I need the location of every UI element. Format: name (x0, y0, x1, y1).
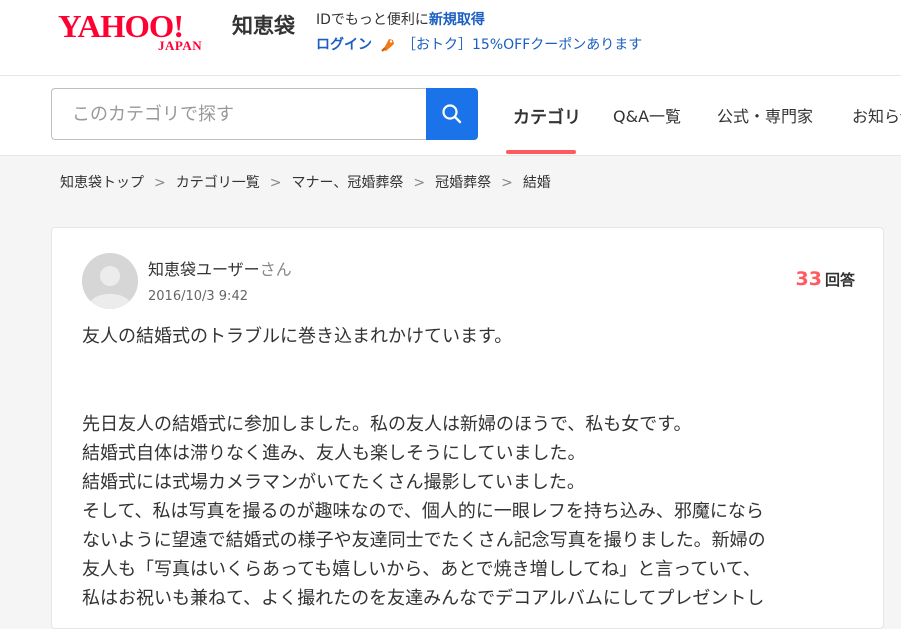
search-icon (442, 104, 462, 124)
question-author: 知恵袋ユーザーさん (148, 256, 292, 280)
yahoo-japan-logo[interactable]: YAHOO! JAPAN (58, 8, 228, 58)
active-tab-indicator (506, 150, 576, 154)
search-nav-bar: カテゴリ Q&A一覧 公式・専門家 お知らせ (0, 76, 901, 156)
coupon-tag-icon (381, 39, 394, 52)
service-name-chiebukuro[interactable]: 知恵袋 (232, 10, 295, 40)
breadcrumb-item-manners[interactable]: マナー、冠婚葬祭 (291, 175, 403, 191)
question-card: 知恵袋ユーザーさん 2016/10/3 9:42 33 回答 友人の結婚式のトラブ… (51, 227, 884, 629)
breadcrumb-separator: > (501, 175, 513, 191)
breadcrumb-separator: > (413, 175, 426, 191)
tab-news[interactable]: お知らせ (852, 103, 901, 127)
coupon-link[interactable]: ［おトク］15%OFFクーポンあります (402, 37, 642, 53)
post-date: 2016/10/3 9:42 (148, 289, 248, 304)
login-link[interactable]: ログイン (316, 37, 372, 53)
default-user-icon (82, 253, 138, 309)
breadcrumb-separator: > (154, 175, 166, 191)
breadcrumb-separator: > (269, 175, 282, 191)
breadcrumb-item-top[interactable]: 知恵袋トップ (60, 175, 144, 191)
body-line: 結婚式自体は滞りなく進み、友人も楽しそうにしていました。 (82, 443, 586, 464)
author-name: 知恵袋ユーザー (148, 260, 260, 279)
breadcrumb-item-ceremonies[interactable]: 冠婚葬祭 (435, 175, 491, 191)
login-row: ログイン ［おトク］15%OFFクーポンあります (316, 34, 642, 54)
breadcrumb: 知恵袋トップ > カテゴリ一覧 > マナー、冠婚葬祭 > 冠婚葬祭 > 結婚 (60, 172, 551, 192)
search-button[interactable] (426, 88, 478, 140)
body-line: 友人も「写真はいくらあっても嬉しいから、あとで焼き増ししてね」と言っていて、 (82, 559, 761, 580)
author-honorific: さん (259, 260, 292, 279)
answer-count-label: 回答 (824, 271, 855, 289)
body-line: 結婚式には式場カメラマンがいてたくさん撮影していました。 (82, 472, 585, 493)
answer-count-link[interactable]: 33 回答 (796, 268, 855, 290)
tab-official-experts[interactable]: 公式・専門家 (717, 103, 813, 127)
body-line: ないように望遠で結婚式の様子や友達同士でたくさん記念写真を撮りました。新婦の (82, 530, 766, 551)
body-line: そして、私は写真を撮るのが趣味なので、個人的に一眼レフを持ち込み、邪魔になら (82, 501, 764, 522)
tab-qa-list[interactable]: Q&A一覧 (613, 103, 681, 127)
breadcrumb-item-wedding[interactable]: 結婚 (523, 175, 551, 191)
body-line: 先日友人の結婚式に参加しました。私の友人は新婦のほうで、私も女です。 (82, 414, 692, 435)
breadcrumb-item-category-list[interactable]: カテゴリ一覧 (176, 175, 260, 191)
category-search-input[interactable] (51, 88, 426, 140)
id-promo-text: IDでもっと便利に (316, 12, 429, 28)
register-link[interactable]: 新規取得 (429, 12, 485, 28)
answer-count: 33 (795, 268, 822, 290)
avatar (82, 253, 138, 309)
top-header: YAHOO! JAPAN 知恵袋 IDでもっと便利に新規取得 ログイン ［おトク］… (0, 0, 901, 76)
logo-japan-text: JAPAN (158, 38, 203, 53)
question-body: 先日友人の結婚式に参加しました。私の友人は新婦のほうで、私も女です。 結婚式自体… (82, 410, 862, 613)
tab-category[interactable]: カテゴリ (513, 103, 581, 128)
question-title: 友人の結婚式のトラブルに巻き込まれかけています。 (82, 326, 513, 347)
id-promo: IDでもっと便利に新規取得 (316, 9, 485, 29)
body-line: 私はお祝いも兼ねて、よく撮れたのを友達みんなでデコアルバムにしてプレゼントし (82, 588, 765, 609)
